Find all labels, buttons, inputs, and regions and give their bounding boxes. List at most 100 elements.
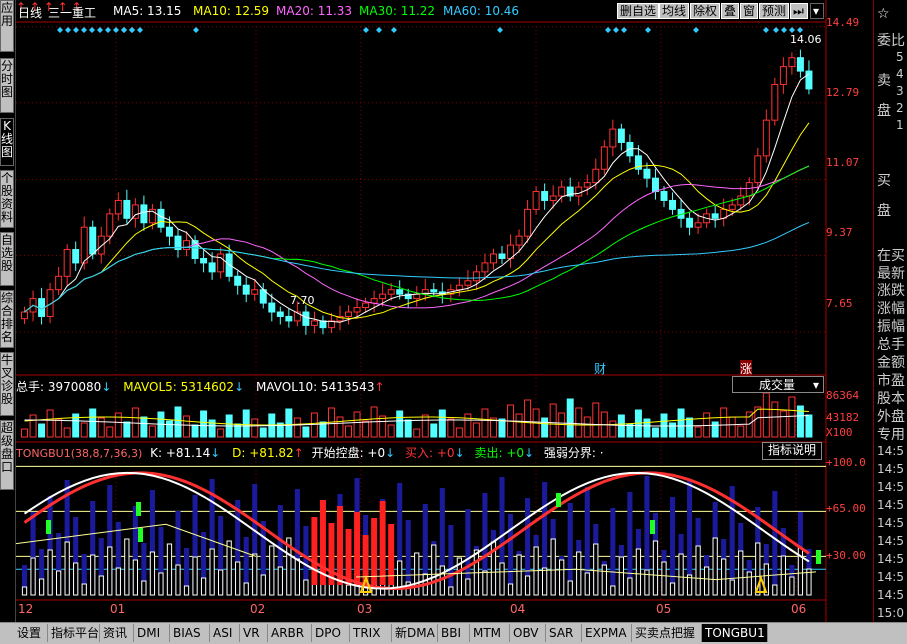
indicator-white-bar xyxy=(192,556,198,596)
candle-body xyxy=(387,289,395,295)
candle-body xyxy=(396,289,404,295)
volume-bar xyxy=(302,426,310,438)
bottom-tab-17[interactable]: TONGBU1 xyxy=(702,624,768,642)
indicator-white-bar xyxy=(260,574,266,596)
volume-bar xyxy=(217,428,225,438)
favorite-star-icon[interactable]: ☆ xyxy=(877,6,890,22)
volume-bar xyxy=(379,415,387,438)
volume-bar xyxy=(165,420,173,438)
candle-body xyxy=(515,235,523,246)
bottom-tab-7[interactable]: ARBR xyxy=(268,624,312,642)
indicator-white-bar xyxy=(81,583,87,596)
sell-marker xyxy=(650,520,655,534)
bottom-tab-1[interactable]: 指标平台 xyxy=(48,624,100,642)
bottom-indicator-tabs: 设置 指标平台 资讯 DMI BIAS ASI VR ARBR DPO TRIX 新DMA BBI MT… xyxy=(0,622,907,644)
kline-chart[interactable] xyxy=(16,0,873,622)
bottom-tab-2[interactable]: 资讯 xyxy=(100,624,134,642)
date-tick: 05 xyxy=(656,602,672,616)
signal-diamond xyxy=(193,27,199,33)
bottom-tab-3[interactable]: DMI xyxy=(134,624,170,642)
left-tab-bar: 应用分时图 K线图个股资料自选股综合排名牛叉诊股超级盘口 xyxy=(0,0,16,622)
indicator-white-bar xyxy=(550,538,556,596)
candle-body xyxy=(345,311,353,317)
candle-body xyxy=(771,83,779,121)
volume-header: 总手: 3970080↓ MAVOL5: 5314602↓ MAVOL10: 5… xyxy=(16,378,385,395)
left-tab-0[interactable]: 应用 xyxy=(0,0,14,52)
bottom-tab-16[interactable]: 买卖点把握 xyxy=(632,624,702,642)
bottom-tab-4[interactable]: BIAS xyxy=(170,624,210,642)
order-book-level: 2 xyxy=(896,101,904,115)
indicator-tick: +100.0 xyxy=(826,456,866,469)
left-tab-5[interactable]: 综合排名 xyxy=(0,290,14,348)
candle-body xyxy=(55,275,63,291)
indicator-white-bar xyxy=(252,553,258,596)
candle-body xyxy=(370,298,378,304)
volume-bar xyxy=(183,415,191,438)
control-bar xyxy=(379,501,386,585)
left-tab-1[interactable]: 分时图 xyxy=(0,58,14,113)
indicator-white-bar xyxy=(141,580,147,596)
indicator-name[interactable]: TONGBU1(38,8,7,36,3) xyxy=(16,447,142,460)
indicator-white-bar xyxy=(567,580,573,596)
bottom-tab-13[interactable]: OBV xyxy=(510,624,546,642)
rise-marker[interactable]: 涨 xyxy=(740,360,753,377)
order-book-level: 1 xyxy=(896,118,904,132)
indicator-tick: +30.00 xyxy=(826,549,866,562)
bottom-tab-12[interactable]: MTM xyxy=(470,624,510,642)
volume-bar xyxy=(788,396,796,438)
candle-body xyxy=(217,253,225,273)
indicator-white-bar xyxy=(115,567,121,596)
bottom-tab-11[interactable]: BBI xyxy=(438,624,470,642)
signal-diamond xyxy=(73,27,79,33)
left-tab-3[interactable]: 个股资料 xyxy=(0,170,14,228)
panel-label: 盘 xyxy=(877,103,891,119)
earnings-marker[interactable]: 财 xyxy=(594,360,606,377)
candle-body xyxy=(310,320,318,326)
indicator-select[interactable]: 成交量 ▾ xyxy=(732,376,824,393)
candle-body xyxy=(455,284,463,291)
volume-bar xyxy=(80,422,88,438)
left-tab-4[interactable]: 自选股 xyxy=(0,232,14,286)
candle-body xyxy=(285,315,293,322)
bottom-tab-5[interactable]: ASI xyxy=(210,624,240,642)
indicator-white-bar xyxy=(499,562,505,596)
volume-bar xyxy=(805,414,813,438)
candle-body xyxy=(686,217,694,228)
volume-bar xyxy=(541,417,549,438)
candle-body xyxy=(498,253,506,259)
candle-body xyxy=(21,311,29,320)
date-tick: 01 xyxy=(110,602,126,616)
bottom-tab-15[interactable]: EXPMA xyxy=(582,624,632,642)
bottom-tab-14[interactable]: SAR xyxy=(546,624,582,642)
volume-bar xyxy=(447,418,455,438)
left-tab-6[interactable]: 牛叉诊股 xyxy=(0,352,14,416)
bottom-tab-10[interactable]: 新DMA xyxy=(392,624,438,642)
candle-body xyxy=(191,240,199,259)
bottom-tab-8[interactable]: DPO xyxy=(312,624,350,642)
indicator-header-bar: TONGBU1(38,8,7,36,3) K: +81.14↓ D: +81.8… xyxy=(16,444,816,461)
date-tick: 12 xyxy=(18,602,34,616)
indicator-hist-bar xyxy=(448,525,454,595)
bottom-tab-9[interactable]: TRIX xyxy=(350,624,392,642)
sell-marker xyxy=(46,520,51,534)
indicator-white-bar xyxy=(542,567,548,596)
volume-bar xyxy=(762,392,770,438)
indicator-white-bar xyxy=(721,558,727,596)
bottom-tab-6[interactable]: VR xyxy=(240,624,268,642)
volume-tick: 43182 xyxy=(826,411,860,424)
indicator-white-bar xyxy=(661,561,667,596)
indicator-white-bar xyxy=(738,550,744,596)
bottom-tab-0[interactable]: 设置 xyxy=(14,624,48,642)
indicator-help-button[interactable]: 指标说明 xyxy=(762,442,822,460)
left-tab-2[interactable]: K线图 xyxy=(0,118,14,166)
left-tab-7[interactable]: 超级盘口 xyxy=(0,420,14,490)
candle-body xyxy=(617,128,625,143)
indicator-white-bar xyxy=(772,584,778,596)
price-tick: 7.65 xyxy=(826,297,853,310)
indicator-white-bar xyxy=(235,561,241,596)
candle-body xyxy=(754,155,762,184)
volume-bar xyxy=(29,414,37,438)
indicator-white-bar xyxy=(524,575,531,596)
volume-bar xyxy=(114,412,122,438)
panel-label: 股本 xyxy=(877,391,905,407)
